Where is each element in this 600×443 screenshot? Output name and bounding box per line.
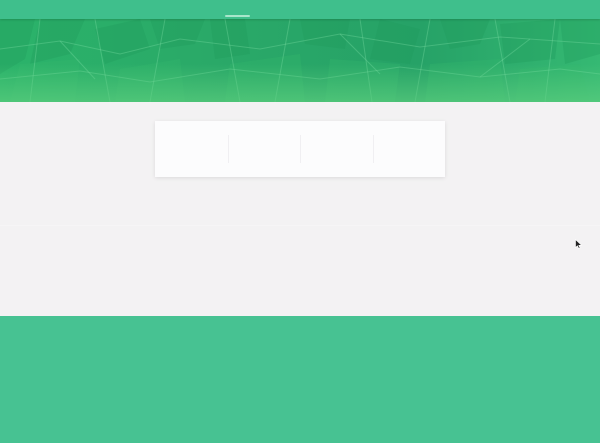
- stat-label: [155, 135, 228, 137]
- hero-banner: [0, 19, 600, 102]
- main-content: [0, 102, 600, 316]
- stat-label: [373, 135, 446, 137]
- stat-value: [300, 121, 373, 135]
- stat-value: [155, 121, 228, 135]
- stat-label: [228, 135, 301, 137]
- stat-value: [373, 121, 446, 135]
- stat-cell[interactable]: [372, 121, 446, 177]
- mouse-pointer-icon: [575, 239, 583, 249]
- stat-label: [300, 135, 373, 137]
- top-navigation-bar: [0, 0, 600, 19]
- stat-cell[interactable]: [300, 121, 373, 177]
- page: [0, 0, 600, 443]
- stat-value: [228, 121, 301, 135]
- section-divider: [0, 225, 600, 226]
- stats-card: [155, 121, 445, 177]
- active-tab-indicator[interactable]: [225, 15, 250, 17]
- field-pattern-graphic: [0, 19, 600, 102]
- stat-cell[interactable]: [155, 121, 228, 177]
- stat-cell[interactable]: [227, 121, 301, 177]
- footer-section: [0, 316, 600, 443]
